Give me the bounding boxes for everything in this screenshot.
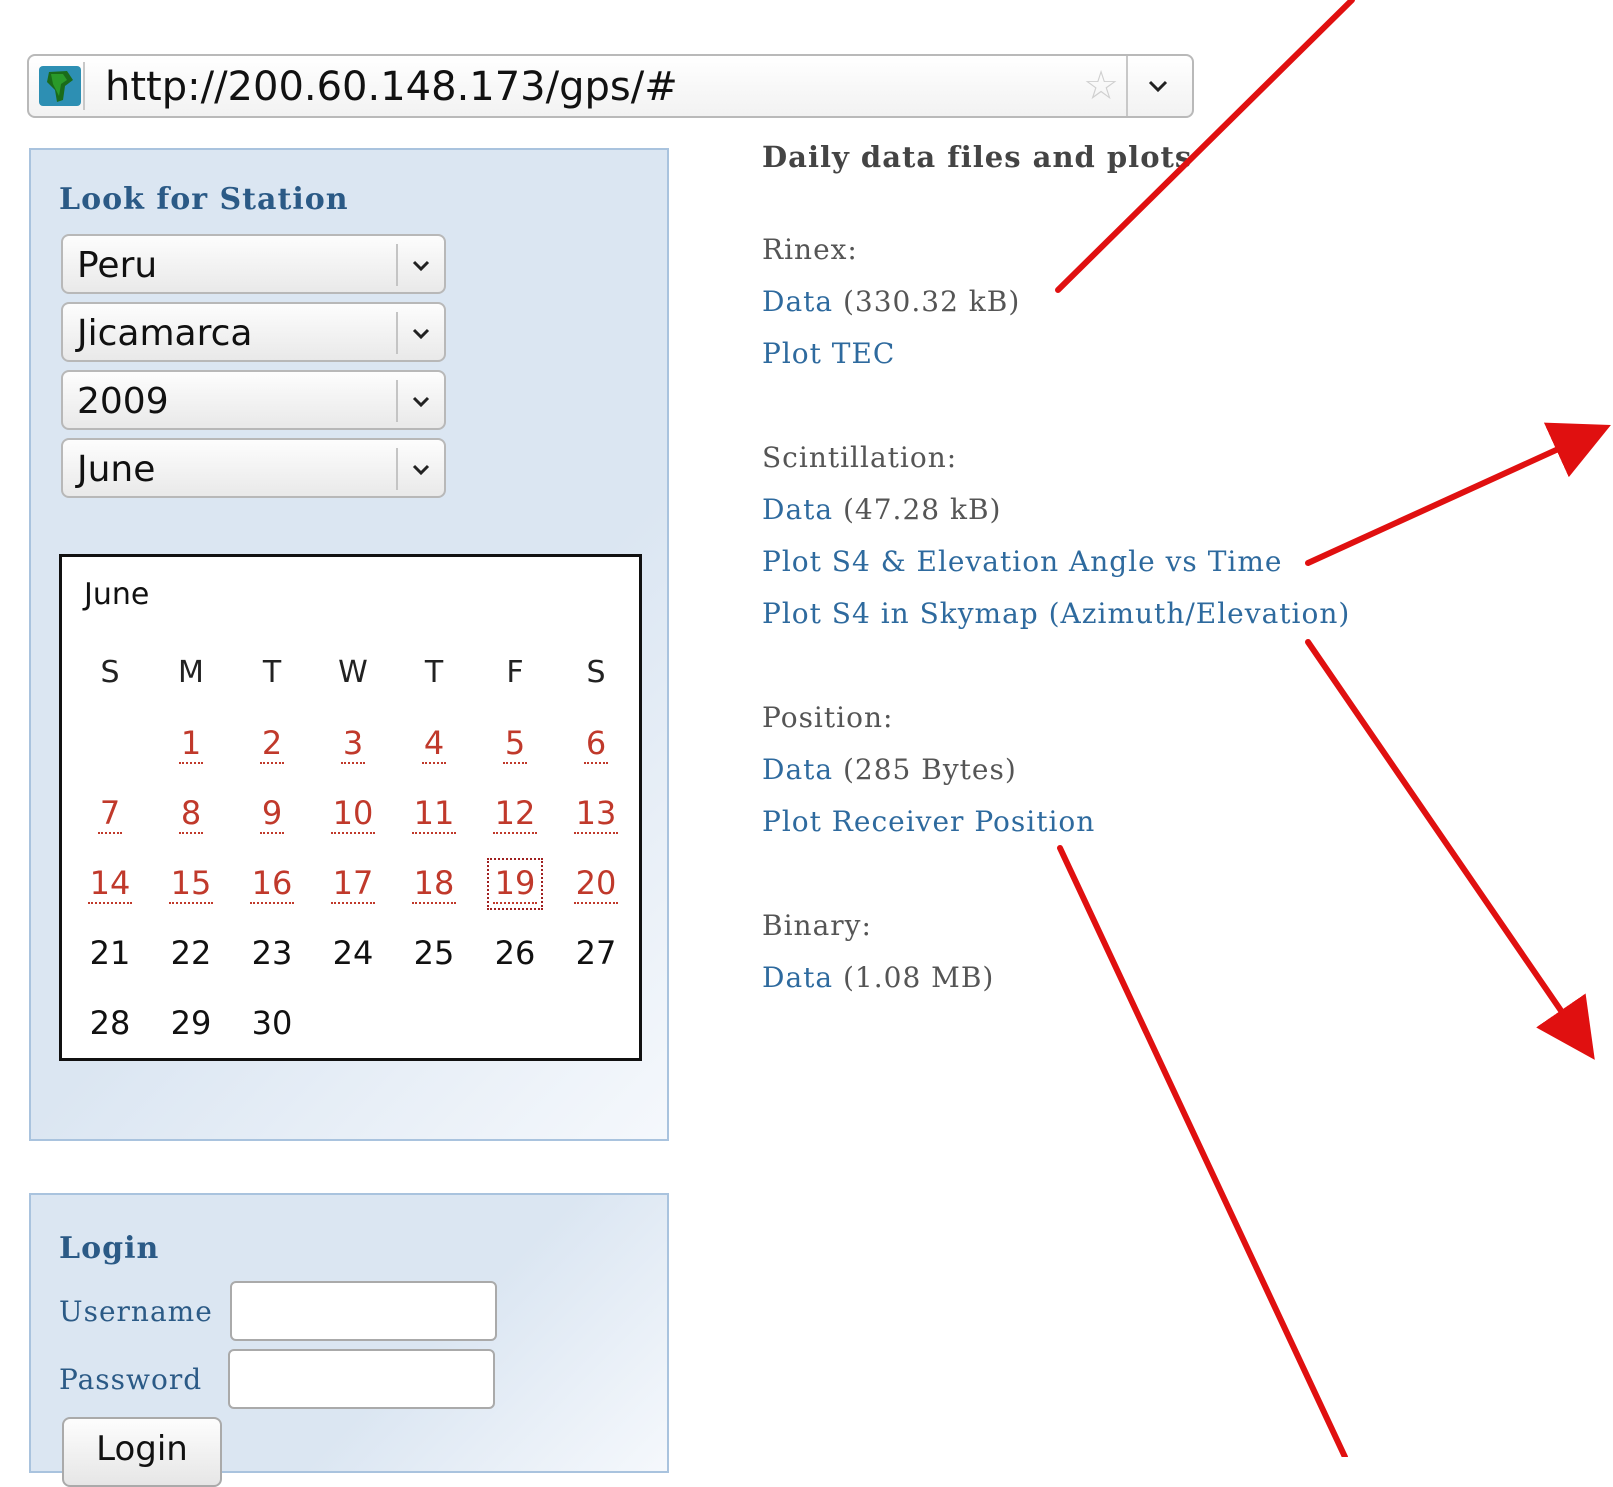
annotation-arrow-s4-skymap: [1305, 639, 1595, 1060]
annotation-arrow-receiver-position: [1057, 845, 1348, 1457]
annotation-arrow-rinex: [1055, 0, 1355, 293]
annotation-arrows: [1055, 0, 1611, 1457]
annotation-arrow-s4-elevation: [1305, 422, 1611, 566]
